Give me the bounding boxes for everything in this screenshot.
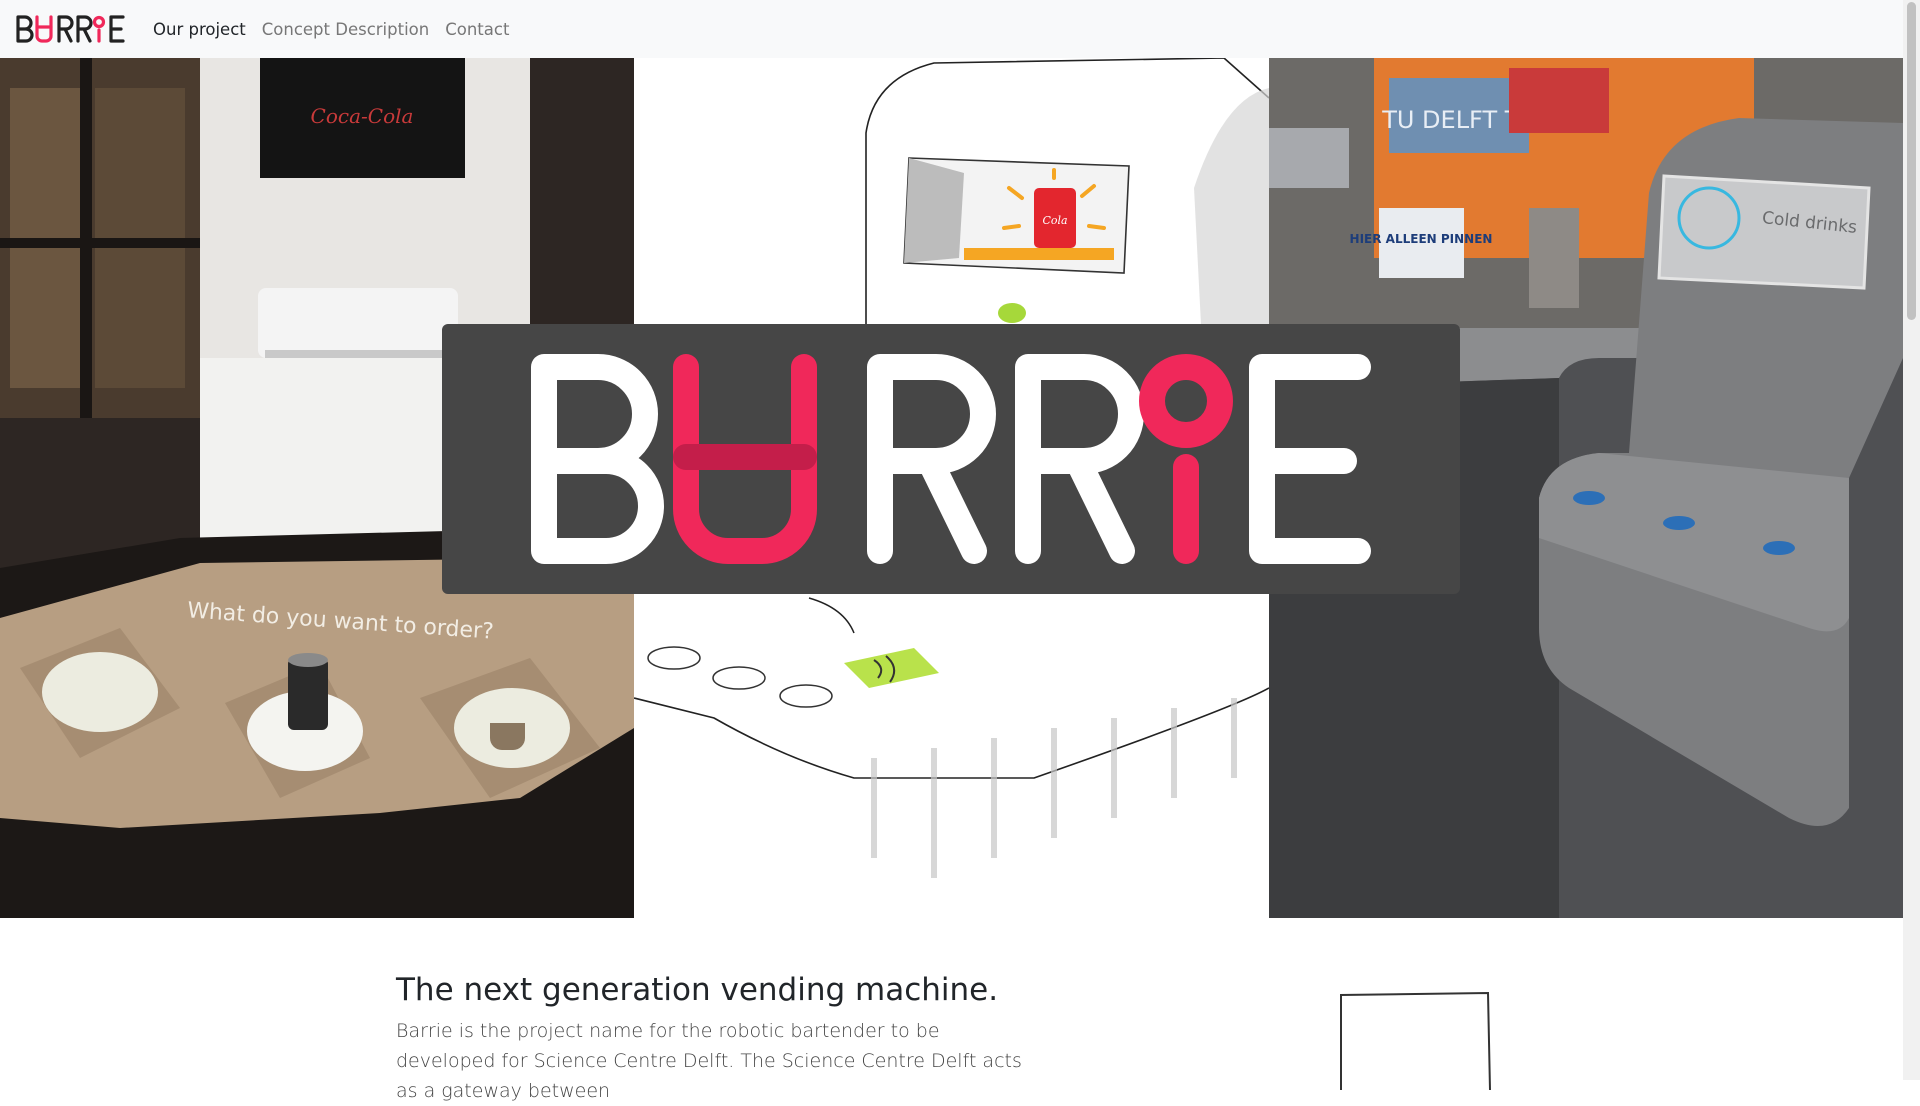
hero-logo	[531, 354, 1371, 564]
section-headline: The next generation vending machine.	[396, 972, 999, 1008]
nav-link-our-project[interactable]: Our project	[153, 20, 246, 39]
scrollbar-thumb[interactable]	[1907, 2, 1916, 320]
sketch-can-text: Cola	[1042, 214, 1067, 227]
page-scrollbar[interactable]	[1903, 0, 1920, 1080]
hero-logo-box	[442, 324, 1460, 594]
poster-text: Coca-Cola	[311, 104, 414, 128]
top-navbar: Our project Concept Description Contact	[0, 0, 1903, 58]
hero-banner: Coca-Cola What do you want to order? Col…	[0, 58, 1903, 918]
brand-logo[interactable]	[15, 0, 131, 58]
nav-links: Our project Concept Description Contact	[153, 20, 525, 39]
render-sign-text: HIER ALLEEN PINNEN	[1350, 232, 1493, 246]
nav-link-concept-description[interactable]: Concept Description	[262, 20, 429, 39]
concept-sketch-image	[1340, 991, 1491, 1090]
nav-link-contact[interactable]: Contact	[445, 20, 509, 39]
section-intro-text: Barrie is the project name for the robot…	[396, 1020, 1022, 1102]
brand-logo-mark	[16, 15, 125, 43]
